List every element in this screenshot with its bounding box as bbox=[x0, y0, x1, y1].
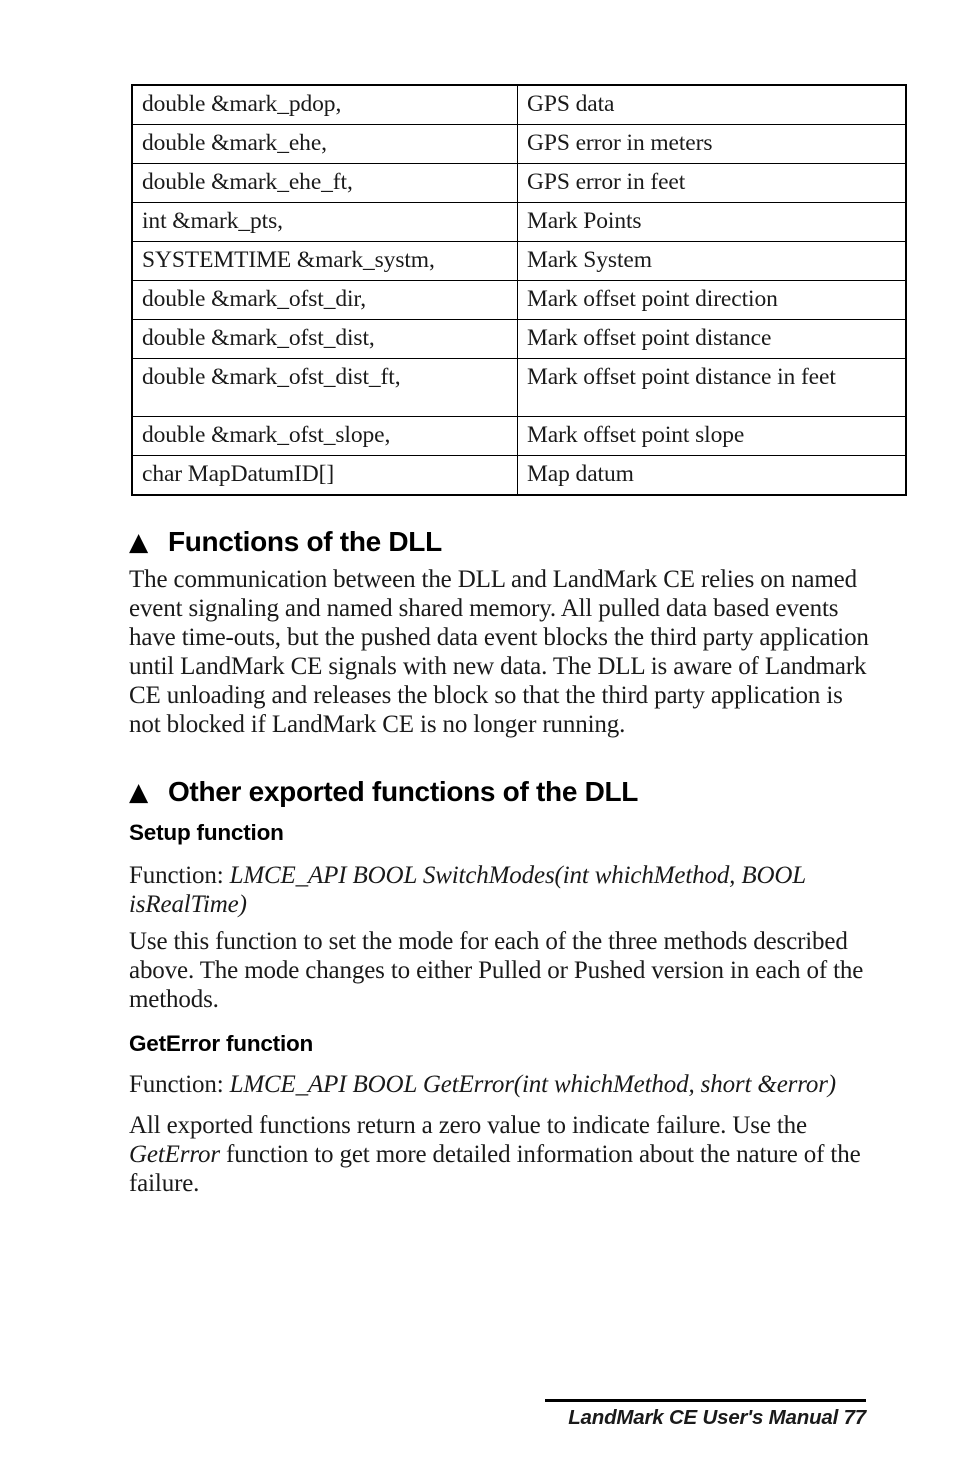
footer-divider bbox=[545, 1399, 866, 1402]
section-heading-functions-of-the-dll: ▲ Functions of the DLL bbox=[129, 525, 442, 559]
table-cell-type: double &mark_ofst_dist_ft, bbox=[131, 358, 518, 417]
paragraph-text-part2: function to get more detailed informatio… bbox=[129, 1141, 861, 1197]
paragraph-text-italic: GetError bbox=[129, 1141, 220, 1168]
table-cell-type: double &mark_ehe_ft, bbox=[131, 163, 518, 203]
section-heading-label: Functions of the DLL bbox=[167, 525, 442, 557]
table-row: double &mark_ofst_dist_ft, Mark offset p… bbox=[131, 358, 907, 417]
function-signature-text: LMCE_API BOOL GetError(int whichMethod, … bbox=[229, 1071, 837, 1098]
function-label: Function: bbox=[129, 862, 230, 889]
table-row: int &mark_pts, Mark Points bbox=[131, 202, 907, 242]
table-cell-type: double &mark_ofst_slope, bbox=[131, 416, 518, 456]
section-heading-other-exported-functions: ▲ Other exported functions of the DLL bbox=[129, 775, 638, 809]
table-body: double &mark_pdop, GPS data double &mark… bbox=[131, 84, 907, 496]
table-cell-type: SYSTEMTIME &mark_systm, bbox=[131, 241, 518, 281]
table-cell-type: double &mark_ofst_dist, bbox=[131, 319, 518, 359]
table-cell-desc: GPS error in meters bbox=[517, 124, 907, 164]
table-row: double &mark_ofst_dir, Mark offset point… bbox=[131, 280, 907, 320]
table-cell-desc: Mark offset point direction bbox=[517, 280, 907, 320]
triangle-bullet-icon: ▲ bbox=[129, 526, 148, 556]
table-row: char MapDatumID[] Map datum bbox=[131, 455, 907, 496]
parameter-table: double &mark_pdop, GPS data double &mark… bbox=[131, 84, 907, 496]
table-cell-desc: Mark Points bbox=[517, 202, 907, 242]
table-cell-type: double &mark_pdop, bbox=[131, 84, 518, 125]
triangle-bullet-icon: ▲ bbox=[129, 776, 148, 806]
table-cell-type: char MapDatumID[] bbox=[131, 455, 518, 496]
table-cell-desc: Mark offset point distance bbox=[517, 319, 907, 359]
table-row: double &mark_ehe_ft, GPS error in feet bbox=[131, 163, 907, 203]
function-label: Function: bbox=[129, 1071, 230, 1098]
table-cell-desc: Mark System bbox=[517, 241, 907, 281]
table-cell-desc: Mark offset point slope bbox=[517, 416, 907, 456]
table-cell-type: double &mark_ofst_dir, bbox=[131, 280, 518, 320]
table-row: double &mark_ofst_slope, Mark offset poi… bbox=[131, 416, 907, 456]
paragraph-geterror-function: All exported functions return a zero val… bbox=[129, 1111, 869, 1198]
table-cell-type: double &mark_ehe, bbox=[131, 124, 518, 164]
table-cell-type: int &mark_pts, bbox=[131, 202, 518, 242]
table-row: SYSTEMTIME &mark_systm, Mark System bbox=[131, 241, 907, 281]
table-cell-desc: Mark offset point distance in feet bbox=[517, 358, 907, 417]
table-row: double &mark_ehe, GPS error in meters bbox=[131, 124, 907, 164]
table-cell-desc: GPS error in feet bbox=[517, 163, 907, 203]
function-signature-text: LMCE_API BOOL SwitchModes(int whichMetho… bbox=[129, 862, 806, 918]
document-page: double &mark_pdop, GPS data double &mark… bbox=[0, 0, 954, 1475]
paragraph-functions-of-the-dll: The communication between the DLL and La… bbox=[129, 566, 869, 738]
paragraph-text-part1: All exported functions return a zero val… bbox=[129, 1112, 807, 1139]
table-cell-desc: Map datum bbox=[517, 455, 907, 496]
section-heading-label: Other exported functions of the DLL bbox=[167, 775, 639, 807]
table-row: double &mark_pdop, GPS data bbox=[131, 84, 907, 125]
function-signature-geterror: Function: LMCE_API BOOL GetError(int whi… bbox=[129, 1070, 869, 1099]
footer-manual-title: LandMark CE User's Manual 77 bbox=[568, 1406, 866, 1429]
table-row: double &mark_ofst_dist, Mark offset poin… bbox=[131, 319, 907, 359]
table-cell-desc: GPS data bbox=[517, 84, 907, 125]
subsection-heading-geterror-function: GetError function bbox=[129, 1030, 314, 1056]
paragraph-setup-function: Use this function to set the mode for ea… bbox=[129, 928, 864, 1013]
function-signature-setup: Function: LMCE_API BOOL SwitchModes(int … bbox=[129, 861, 847, 919]
subsection-heading-setup-function: Setup function bbox=[129, 819, 284, 845]
